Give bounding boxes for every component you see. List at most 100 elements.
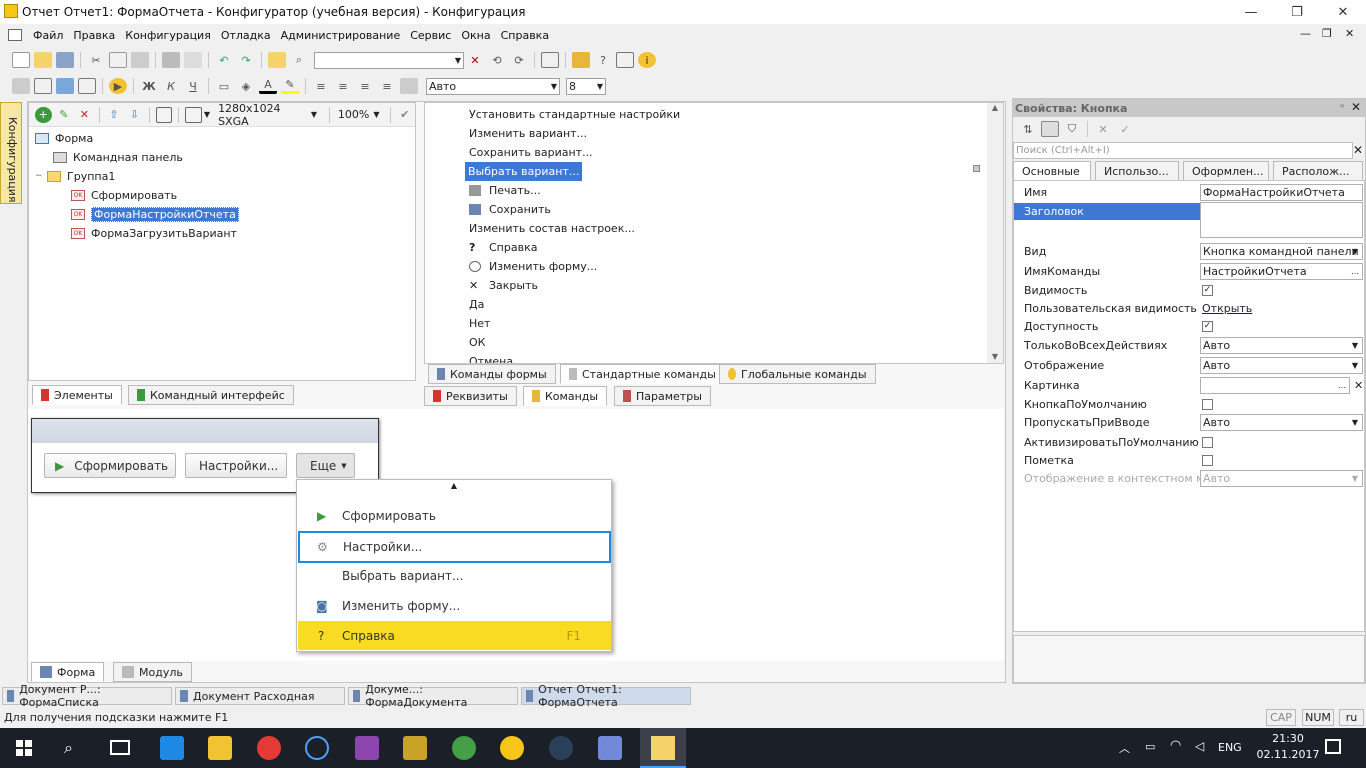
ellipsis-icon[interactable]: … xyxy=(1335,378,1349,393)
window-tab-doc-form[interactable]: Докуме...: ФормаДокумента xyxy=(348,683,518,709)
tab-standard-commands[interactable]: Стандартные команды xyxy=(560,364,725,384)
properties-search-input[interactable]: Поиск (Ctrl+Alt+I) xyxy=(1013,142,1353,159)
align-center-icon[interactable]: ≡ xyxy=(334,78,352,94)
clock-icon[interactable] xyxy=(305,736,329,760)
scroll-up-icon[interactable]: ▲ xyxy=(297,480,611,492)
info-icon[interactable]: i xyxy=(638,52,656,68)
active-app-slot[interactable] xyxy=(640,728,686,768)
syntax-assistant-icon[interactable] xyxy=(572,52,590,68)
command-name-field[interactable]: НастройкиОтчета… xyxy=(1200,262,1363,280)
tab-form[interactable]: Форма xyxy=(31,662,105,682)
find-in-files-icon[interactable] xyxy=(268,52,286,68)
search-clear-icon[interactable]: ✕ xyxy=(1353,143,1363,157)
representation-select[interactable]: Авто ▼ xyxy=(1200,356,1363,374)
dropdown-icon[interactable]: ▼ xyxy=(1348,415,1362,430)
underline-icon[interactable]: Ч xyxy=(184,78,202,94)
1c-icon[interactable] xyxy=(500,736,524,760)
find-prev-icon[interactable]: ⟳ xyxy=(510,52,528,68)
calculator-icon[interactable] xyxy=(616,52,634,68)
cmd-change-settings[interactable]: Изменить состав настроек... xyxy=(469,219,635,238)
menu-administration[interactable]: Администрирование xyxy=(276,29,406,42)
popup-change-form[interactable]: ◙ Изменить форму... xyxy=(298,591,611,621)
windows-start-icon[interactable] xyxy=(16,740,32,756)
tree-item-command-panel[interactable]: Командная панель xyxy=(53,148,183,166)
font-combo[interactable]: Авто ▼ xyxy=(426,77,560,95)
clear-icon[interactable]: ✕ xyxy=(1094,121,1112,137)
search-combo[interactable]: ▼ xyxy=(314,51,464,69)
skip-on-input-select[interactable]: Авто ▼ xyxy=(1200,413,1363,431)
prop-tab-appearance[interactable]: Оформлен... xyxy=(1183,161,1269,181)
properties-icon[interactable] xyxy=(155,106,173,123)
copy-icon[interactable] xyxy=(109,52,127,68)
tab-form-commands[interactable]: Команды формы xyxy=(428,364,556,384)
align-left-icon[interactable]: ≡ xyxy=(312,78,330,94)
task-view-icon[interactable] xyxy=(110,740,130,755)
window-tab-report[interactable]: Отчет Отчет1: ФормаОтчета xyxy=(521,683,691,709)
app-icon[interactable] xyxy=(355,736,379,760)
context-menu-select[interactable]: Авто ▼ xyxy=(1200,469,1363,487)
cmd-help[interactable]: ? Справка xyxy=(469,238,537,257)
enabled-checkbox[interactable]: ✓ xyxy=(1202,320,1213,332)
generate-button[interactable]: ▶ Сформировать xyxy=(44,453,176,478)
window-tab-doc-list[interactable]: Документ Р...: ФормаСписка xyxy=(2,683,172,709)
merge-icon[interactable] xyxy=(400,78,418,94)
cmd-cancel[interactable]: Отмена xyxy=(469,352,513,363)
paste-icon[interactable] xyxy=(131,52,149,68)
print-icon[interactable] xyxy=(162,52,180,68)
new-icon[interactable] xyxy=(12,52,30,68)
volume-icon[interactable]: ◁ xyxy=(1195,739,1204,753)
kind-select[interactable]: Кнопка командной панели ▼ xyxy=(1200,242,1363,260)
menu-debug[interactable]: Отладка xyxy=(216,29,276,42)
run-icon[interactable]: ▶ xyxy=(109,78,127,94)
picture-field[interactable]: … xyxy=(1200,376,1350,394)
tab-module[interactable]: Модуль xyxy=(113,662,192,682)
cmd-yes[interactable]: Да xyxy=(469,295,484,314)
font-size-combo[interactable]: 8 ▼ xyxy=(566,77,606,95)
menu-windows[interactable]: Окна xyxy=(456,29,495,42)
battery-icon[interactable]: ▭ xyxy=(1145,740,1155,753)
font-color-icon[interactable]: A xyxy=(259,78,277,94)
dropdown-icon[interactable]: ▼ xyxy=(1348,244,1362,259)
menu-service[interactable]: Сервис xyxy=(405,29,456,42)
search-icon[interactable]: ⌕ xyxy=(290,52,308,68)
title-field[interactable] xyxy=(1200,202,1363,238)
tree-item-load-variant[interactable]: OK ФормаЗагрузитьВариант xyxy=(71,224,237,242)
cmd-no[interactable]: Нет xyxy=(469,314,490,333)
table-icon[interactable] xyxy=(78,78,96,94)
lang-indicator[interactable]: ru xyxy=(1339,709,1364,726)
save-icon[interactable] xyxy=(56,52,74,68)
border-icon[interactable]: ▭ xyxy=(215,78,233,94)
steam-icon[interactable] xyxy=(549,736,573,760)
visible-checkbox[interactable]: ✓ xyxy=(1202,284,1213,296)
popup-generate[interactable]: ▶ Сформировать xyxy=(298,501,611,531)
vertical-scrollbar[interactable]: ▲ ▼ xyxy=(987,103,1003,363)
help-icon[interactable]: ? xyxy=(594,52,612,68)
chrome-icon[interactable] xyxy=(257,736,281,760)
edit-icon[interactable]: ✎ xyxy=(56,107,73,123)
settings-button[interactable]: Настройки... xyxy=(185,453,287,478)
cmd-set-standard[interactable]: Установить стандартные настройки xyxy=(469,105,680,124)
clock-date[interactable]: 02.11.2017 xyxy=(1256,748,1320,761)
cmd-change-variant[interactable]: Изменить вариант... xyxy=(469,124,587,143)
align-justify-icon[interactable]: ≡ xyxy=(378,78,396,94)
minimize-button[interactable]: — xyxy=(1228,0,1274,24)
check-icon[interactable]: ✔ xyxy=(396,107,413,123)
delete-icon[interactable]: ✕ xyxy=(76,107,93,123)
menu-configuration[interactable]: Конфигурация xyxy=(120,29,216,42)
categories-icon[interactable] xyxy=(1041,121,1059,137)
cmd-ok[interactable]: ОК xyxy=(469,333,485,352)
discord-icon[interactable] xyxy=(598,736,622,760)
default-activate-checkbox[interactable] xyxy=(1202,436,1213,448)
tree-item-generate[interactable]: OK Сформировать xyxy=(71,186,177,204)
layout-mode-icon[interactable] xyxy=(185,106,202,123)
tab-command-interface[interactable]: Командный интерфейс xyxy=(128,385,294,405)
popup-help[interactable]: ? Справка F1 xyxy=(298,621,611,650)
zoom-combo[interactable]: 100% xyxy=(338,108,369,121)
tab-attributes[interactable]: Реквизиты xyxy=(424,386,517,406)
only-in-all-actions-select[interactable]: Авто ▼ xyxy=(1200,336,1363,354)
close-button[interactable]: ✕ xyxy=(1320,0,1366,24)
undo-icon[interactable]: ↶ xyxy=(215,52,233,68)
tray-up-icon[interactable]: ︿ xyxy=(1119,740,1130,756)
popup-select-variant[interactable]: Выбрать вариант... xyxy=(298,561,611,591)
cmd-select-variant[interactable]: Выбрать вариант... xyxy=(465,162,583,181)
